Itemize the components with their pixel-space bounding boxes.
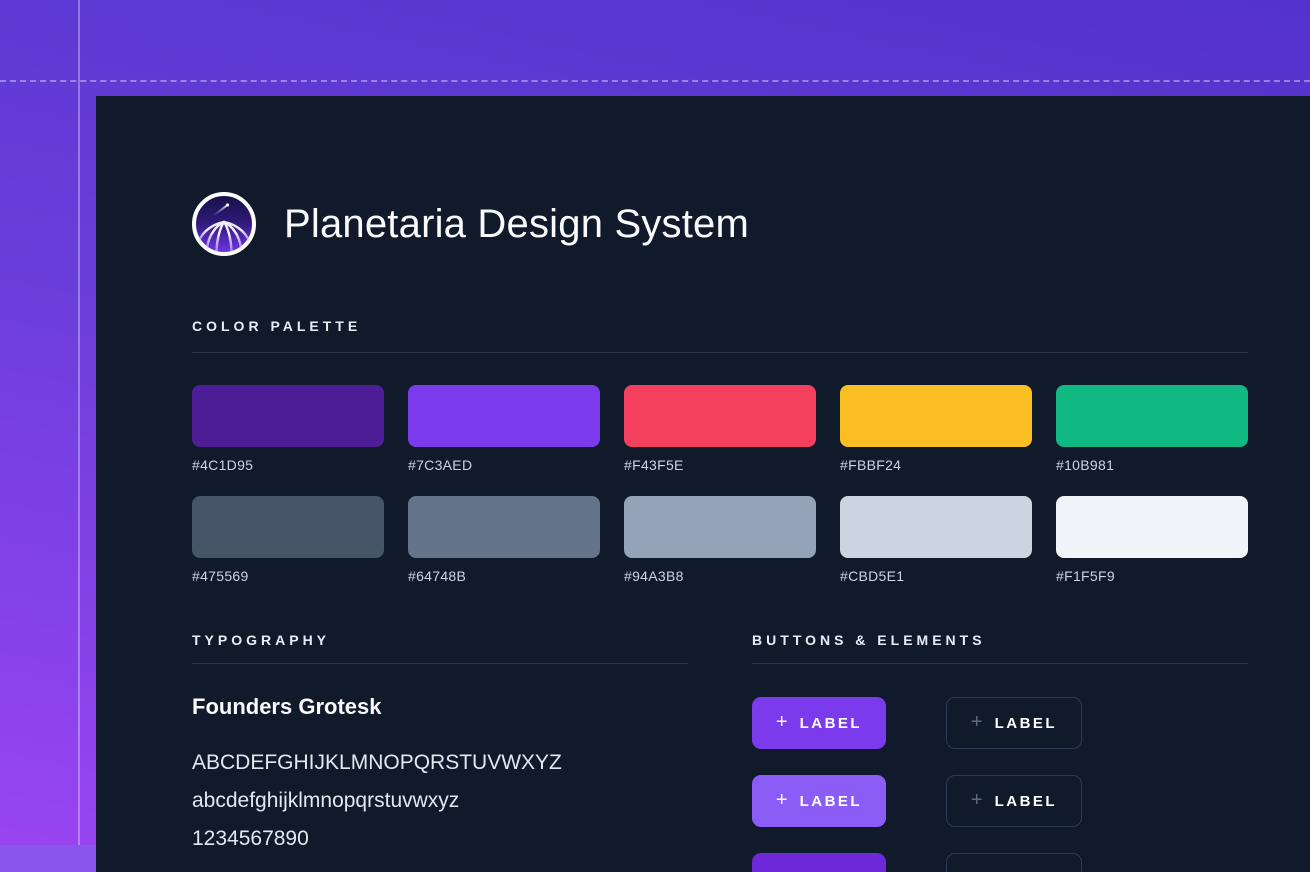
color-swatch: #4C1D95 — [192, 385, 384, 473]
color-swatch-chip — [1056, 385, 1248, 447]
filled-label-button[interactable]: + LABEL — [752, 697, 886, 749]
design-system-panel: Planetaria Design System COLOR PALETTE #… — [96, 96, 1310, 872]
color-swatch-hex: #F1F5F9 — [1056, 568, 1248, 584]
button-label: LABEL — [800, 793, 863, 810]
color-swatch: #64748B — [408, 496, 600, 584]
button-label: LABEL — [800, 715, 863, 732]
color-swatch-hex: #FBBF24 — [840, 457, 1032, 473]
color-swatch-chip — [840, 496, 1032, 558]
plus-icon: + — [776, 712, 788, 732]
filled-label-button[interactable]: + LABEL — [752, 853, 886, 872]
specimen-uppercase: ABCDEFGHIJKLMNOPQRSTUVWXYZ — [192, 744, 562, 782]
button-label: LABEL — [995, 715, 1058, 732]
color-swatch: #475569 — [192, 496, 384, 584]
color-swatch-grid: #4C1D95 #7C3AED #F43F5E #FBBF24 #10B981 … — [192, 385, 1248, 584]
section-divider-typography — [192, 663, 688, 664]
section-heading-typography: TYPOGRAPHY — [192, 632, 330, 648]
page-title: Planetaria Design System — [284, 202, 749, 247]
button-examples-grid: + LABEL + LABEL + LABEL + LABEL + LABEL … — [752, 697, 1082, 872]
color-swatch-hex: #CBD5E1 — [840, 568, 1032, 584]
specimen-lowercase: abcdefghijklmnopqrstuvwxyz — [192, 782, 562, 820]
color-swatch-chip — [192, 385, 384, 447]
color-swatch-chip — [624, 385, 816, 447]
color-swatch: #F43F5E — [624, 385, 816, 473]
filled-label-button[interactable]: + LABEL — [752, 775, 886, 827]
plus-icon: + — [971, 712, 983, 732]
plus-icon: + — [971, 868, 983, 872]
brand-header: Planetaria Design System — [190, 190, 749, 258]
color-swatch-chip — [1056, 496, 1248, 558]
typography-specimen: Founders Grotesk ABCDEFGHIJKLMNOPQRSTUVW… — [192, 694, 562, 858]
horizontal-guide-line — [0, 80, 1310, 82]
button-label: LABEL — [995, 793, 1058, 810]
canvas-bottom-band — [0, 845, 96, 872]
color-swatch-hex: #7C3AED — [408, 457, 600, 473]
color-swatch-chip — [408, 496, 600, 558]
color-swatch-chip — [408, 385, 600, 447]
outline-label-button[interactable]: + LABEL — [946, 775, 1082, 827]
planetaria-logo-icon — [190, 190, 258, 258]
color-swatch: #94A3B8 — [624, 496, 816, 584]
color-swatch-chip — [840, 385, 1032, 447]
plus-icon: + — [776, 790, 788, 810]
color-swatch: #FBBF24 — [840, 385, 1032, 473]
specimen-numerals: 1234567890 — [192, 820, 562, 858]
outline-label-button[interactable]: + LABEL — [946, 697, 1082, 749]
section-heading-buttons: BUTTONS & ELEMENTS — [752, 632, 986, 648]
vertical-guide-line — [78, 0, 80, 872]
color-swatch: #F1F5F9 — [1056, 496, 1248, 584]
color-swatch-hex: #F43F5E — [624, 457, 816, 473]
section-divider-palette — [192, 352, 1248, 353]
color-swatch-hex: #64748B — [408, 568, 600, 584]
color-swatch: #7C3AED — [408, 385, 600, 473]
color-swatch: #10B981 — [1056, 385, 1248, 473]
outline-label-button[interactable]: + LABEL — [946, 853, 1082, 872]
color-swatch-hex: #94A3B8 — [624, 568, 816, 584]
plus-icon: + — [776, 868, 788, 872]
color-swatch-chip — [624, 496, 816, 558]
color-swatch: #CBD5E1 — [840, 496, 1032, 584]
font-name: Founders Grotesk — [192, 694, 562, 720]
plus-icon: + — [971, 790, 983, 810]
section-heading-color-palette: COLOR PALETTE — [192, 318, 361, 334]
color-swatch-hex: #10B981 — [1056, 457, 1248, 473]
color-swatch-hex: #475569 — [192, 568, 384, 584]
section-divider-buttons — [752, 663, 1248, 664]
color-swatch-hex: #4C1D95 — [192, 457, 384, 473]
color-swatch-chip — [192, 496, 384, 558]
